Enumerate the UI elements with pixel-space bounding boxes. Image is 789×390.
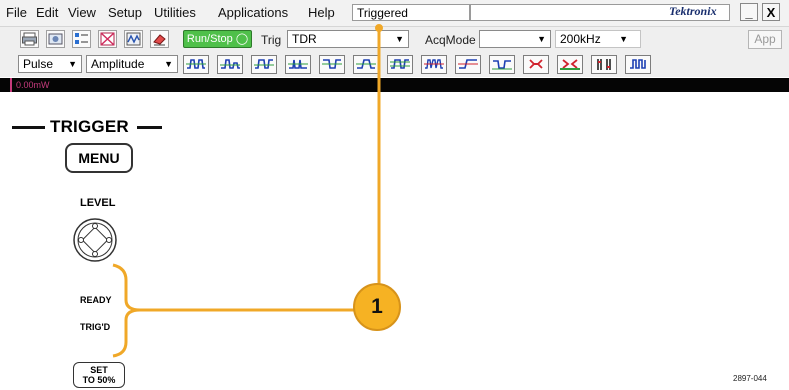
trigger-edge-icon[interactable] — [625, 55, 651, 74]
header-rule-right — [137, 126, 162, 129]
run-stop-indicator-icon: ◯ — [235, 33, 249, 45]
minimize-button[interactable]: _ — [740, 3, 758, 21]
close-button[interactable]: X — [762, 3, 780, 21]
waveform-status-strip: 0.00mW — [0, 78, 789, 92]
callout-bracket — [112, 263, 356, 358]
acqmode-dropdown[interactable]: ▼ — [479, 30, 551, 48]
menu-help[interactable]: Help — [308, 5, 335, 20]
header-rule-left — [12, 126, 45, 129]
trig-source-dropdown[interactable]: TDR ▼ — [287, 30, 409, 48]
main-toolbar: Run/Stop ◯ Trig TDR ▼ AcqMode ▼ 200kHz ▼… — [0, 27, 789, 52]
trigger-title: TRIGGER — [50, 117, 129, 136]
set-to-50-button[interactable]: SET TO 50% — [73, 362, 125, 388]
trigger-setup-hold-icon[interactable] — [455, 55, 481, 74]
trigger-pattern-icon[interactable] — [421, 55, 447, 74]
acqmode-label: AcqMode — [425, 33, 476, 47]
trigd-indicator-label: TRIG'D — [80, 322, 111, 332]
waveform-icon[interactable] — [124, 30, 143, 48]
power-readout: 0.00mW — [10, 78, 50, 92]
run-stop-label: Run/Stop — [186, 33, 233, 45]
trigger-comm-icon[interactable] — [489, 55, 515, 74]
menu-view[interactable]: View — [68, 5, 96, 20]
chevron-down-icon: ▼ — [537, 34, 546, 44]
menu-file[interactable]: File — [6, 5, 27, 20]
chevron-down-icon: ▼ — [68, 59, 77, 69]
trigger-status-field: Triggered — [352, 4, 470, 21]
frequency-value: 200kHz — [560, 32, 601, 46]
menu-setup[interactable]: Setup — [108, 5, 142, 20]
callout-number-badge: 1 — [353, 283, 401, 331]
app-button[interactable]: App — [748, 30, 782, 49]
level-label: LEVEL — [80, 197, 116, 209]
trigger-pulse-transition-icon[interactable] — [353, 55, 379, 74]
mask-icon[interactable] — [98, 30, 117, 48]
screenshot-icon[interactable] — [46, 30, 65, 48]
chevron-down-icon: ▼ — [395, 34, 404, 44]
run-stop-button[interactable]: Run/Stop ◯ — [183, 30, 252, 48]
trigger-pulse-glitch-icon[interactable] — [285, 55, 311, 74]
trigger-logic-icon[interactable] — [523, 55, 549, 74]
trigger-pulse-timeout-icon[interactable] — [319, 55, 345, 74]
chevron-down-icon: ▼ — [164, 59, 173, 69]
trigger-type-value: Pulse — [23, 57, 54, 71]
trigger-pulse-runt-icon[interactable] — [217, 55, 243, 74]
set-button-line2: TO 50% — [82, 375, 116, 385]
figure-id: 2897-044 — [733, 374, 767, 383]
trigger-pulse-positive-icon[interactable] — [183, 55, 209, 74]
level-knob-icon — [73, 218, 117, 262]
menu-edit[interactable]: Edit — [36, 5, 58, 20]
trigger-toolbar: Pulse ▼ Amplitude ▼ — [0, 52, 789, 77]
trigger-state-icon[interactable] — [557, 55, 583, 74]
trigger-type-dropdown[interactable]: Pulse ▼ — [18, 55, 82, 73]
trig-source-value: TDR — [292, 32, 317, 46]
trigger-param-value: Amplitude — [91, 57, 145, 71]
measure-icon[interactable] — [72, 30, 91, 48]
menu-applications[interactable]: Applications — [218, 5, 288, 20]
chevron-down-icon: ▼ — [619, 34, 628, 44]
trigger-pulse-width-icon[interactable] — [251, 55, 277, 74]
trigger-serial-icon[interactable] — [591, 55, 617, 74]
set-button-line1: SET — [90, 365, 108, 375]
print-icon[interactable] — [20, 30, 39, 48]
trigger-menu-button[interactable]: MENU — [65, 143, 133, 173]
trigger-pulse-window-icon[interactable] — [387, 55, 413, 74]
menu-bar: File Edit View Setup Utilities Applicati… — [0, 0, 789, 27]
frequency-dropdown[interactable]: 200kHz ▼ — [555, 30, 641, 48]
trigger-param-dropdown[interactable]: Amplitude ▼ — [86, 55, 178, 73]
ready-indicator-label: READY — [80, 295, 112, 305]
trigger-section-header: TRIGGER — [12, 117, 162, 137]
trig-label: Trig — [261, 33, 282, 47]
tektronix-logo: Tektronix — [669, 4, 717, 18]
menu-utilities[interactable]: Utilities — [154, 5, 196, 20]
eraser-icon[interactable] — [150, 30, 169, 48]
